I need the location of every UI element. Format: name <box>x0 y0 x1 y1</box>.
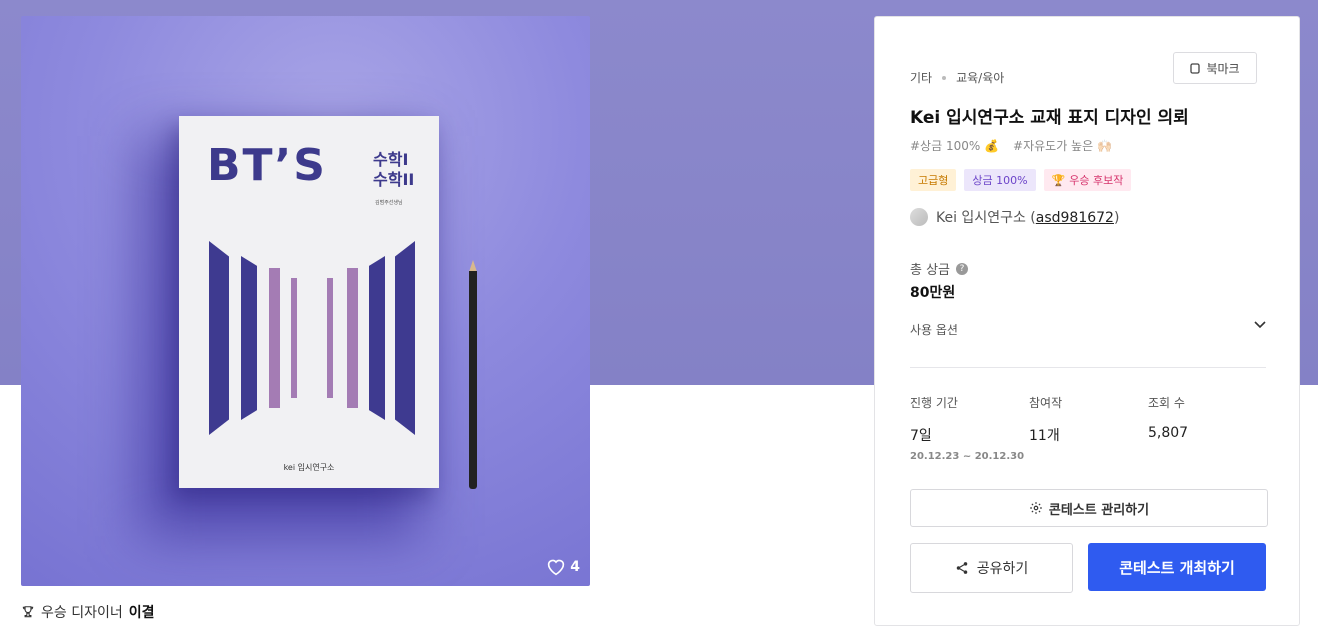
bookmark-button[interactable]: 북마크 <box>1173 52 1257 84</box>
bookmark-label: 북마크 <box>1206 61 1240 76</box>
book-bar <box>209 241 229 435</box>
stat-views: 조회 수 5,807 <box>1148 394 1188 441</box>
options-toggle[interactable]: 사용 옵션 <box>910 321 1266 338</box>
book-subject-2: 수학II <box>373 170 415 189</box>
prize-value: 80만원 <box>910 285 956 301</box>
manage-label: 콘테스트 관리하기 <box>1048 502 1150 518</box>
share-label: 공유하기 <box>976 561 1029 577</box>
heart-icon <box>548 559 565 576</box>
pencil <box>469 271 477 489</box>
stat-label: 참여작 <box>1029 396 1063 410</box>
trophy-icon <box>22 606 34 618</box>
trophy-icon: 🏆 <box>1051 173 1066 187</box>
tag-list: #상금 100% 💰 #자유도가 높은 🙌🏻 <box>910 137 1112 154</box>
winner-name: 이결 <box>128 605 155 621</box>
contest-title: Kei 입시연구소 교재 표지 디자인 의뢰 <box>910 108 1189 128</box>
subcategory-link[interactable]: 교육/육아 <box>956 69 1004 86</box>
stat-value: 11개 <box>1029 428 1060 444</box>
separator-dot <box>942 75 947 80</box>
bookmark-icon <box>1190 62 1201 74</box>
badge-list: 고급형 상금 100% 🏆 우승 후보작 <box>910 169 1132 191</box>
category-link[interactable]: 기타 <box>910 69 932 86</box>
badge-label: 우승 후보작 <box>1069 174 1124 187</box>
like-count: 4 <box>570 559 580 575</box>
stat-date-range: 20.12.23 ~ 20.12.30 <box>910 451 1025 462</box>
help-icon[interactable]: ? <box>956 262 969 275</box>
stat-value: 5,807 <box>1148 425 1189 441</box>
book-author: 김범주선생님 <box>375 200 403 206</box>
book-title: BT’S <box>207 140 327 191</box>
host-contest-button[interactable]: 콘테스트 개최하기 <box>1088 543 1266 591</box>
book-bar <box>395 241 415 435</box>
winner-label: 우승 디자이너 <box>41 605 123 621</box>
prize-label-row: 총 상금 ? <box>910 259 969 278</box>
stat-label: 진행 기간 <box>910 396 958 410</box>
host-id-link[interactable]: asd981672 <box>1036 210 1114 226</box>
manage-contest-button[interactable]: 콘테스트 관리하기 <box>910 489 1268 527</box>
contest-info-panel: 기타 교육/육아 북마크 Kei 입시연구소 교재 표지 디자인 의뢰 #상금 … <box>874 16 1300 626</box>
book-bar <box>369 256 385 420</box>
badge-premium: 고급형 <box>910 169 957 191</box>
book-cover: BT’S 수학I 수학II 김범주선생님 kei 입시연구소 <box>179 116 439 488</box>
book-bar <box>291 278 297 398</box>
stat-label: 조회 수 <box>1148 396 1185 410</box>
stat-value: 7일 <box>910 428 932 444</box>
book-bar <box>327 278 333 398</box>
host-info: Kei 입시연구소 (asd981672) <box>910 207 1119 227</box>
tag-item[interactable]: #자유도가 높은 🙌🏻 <box>1013 137 1112 154</box>
prize-label: 총 상금 <box>910 263 951 278</box>
breadcrumb: 기타 교육/육아 <box>910 69 1004 86</box>
winner-designer: 우승 디자이너 이결 <box>21 602 155 622</box>
book-bar <box>269 268 280 408</box>
avatar <box>910 208 928 226</box>
stat-entries: 참여작 11개 <box>1029 394 1062 445</box>
book-bar <box>241 256 257 420</box>
book-publisher: kei 입시연구소 <box>283 463 335 472</box>
share-button[interactable]: 공유하기 <box>910 543 1073 593</box>
divider <box>910 367 1266 368</box>
share-icon <box>956 562 967 574</box>
options-label: 사용 옵션 <box>910 323 958 337</box>
tag-item[interactable]: #상금 100% 💰 <box>910 137 999 154</box>
like-button[interactable]: 4 <box>546 558 580 576</box>
badge-winner-candidate: 🏆 우승 후보작 <box>1043 169 1132 191</box>
stat-period: 진행 기간 7일 20.12.23 ~ 20.12.30 <box>910 394 1024 462</box>
book-bar <box>347 268 358 408</box>
host-name: Kei 입시연구소 ( <box>936 210 1036 226</box>
contest-cover-image[interactable]: BT’S 수학I 수학II 김범주선생님 kei 입시연구소 4 <box>21 16 590 586</box>
gear-icon <box>1030 502 1042 514</box>
badge-prize-100: 상금 100% <box>964 169 1036 191</box>
chevron-down-icon <box>1254 321 1266 329</box>
host-close: ) <box>1113 210 1120 226</box>
